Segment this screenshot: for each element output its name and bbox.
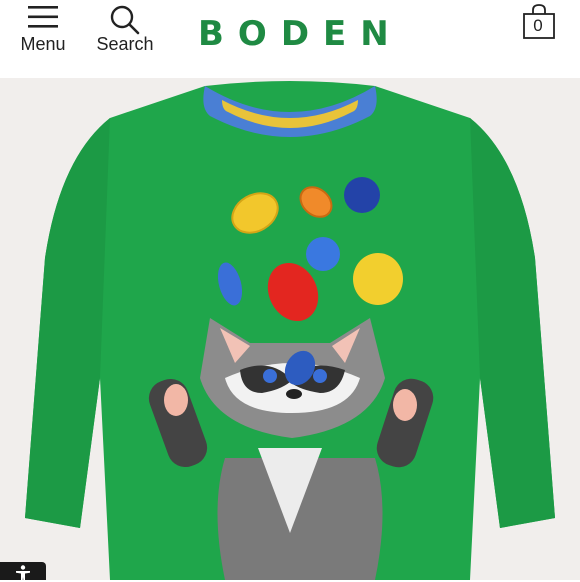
menu-label: Menu [20,34,66,54]
search-button[interactable]: Search [96,4,154,55]
accessibility-icon [16,565,30,582]
search-label: Search [96,34,154,54]
menu-button[interactable]: Menu [18,4,68,55]
brand-logo[interactable]: BODEN [198,14,403,54]
hamburger-icon [28,6,58,28]
search-icon [110,5,140,35]
product-image [0,78,580,580]
shopping-bag-button[interactable]: 0 [522,4,556,40]
bag-count: 0 [533,16,543,35]
accessibility-button[interactable] [0,562,46,582]
product-illustration [25,81,555,580]
site-header: Menu Search BODEN 0 [0,0,580,78]
